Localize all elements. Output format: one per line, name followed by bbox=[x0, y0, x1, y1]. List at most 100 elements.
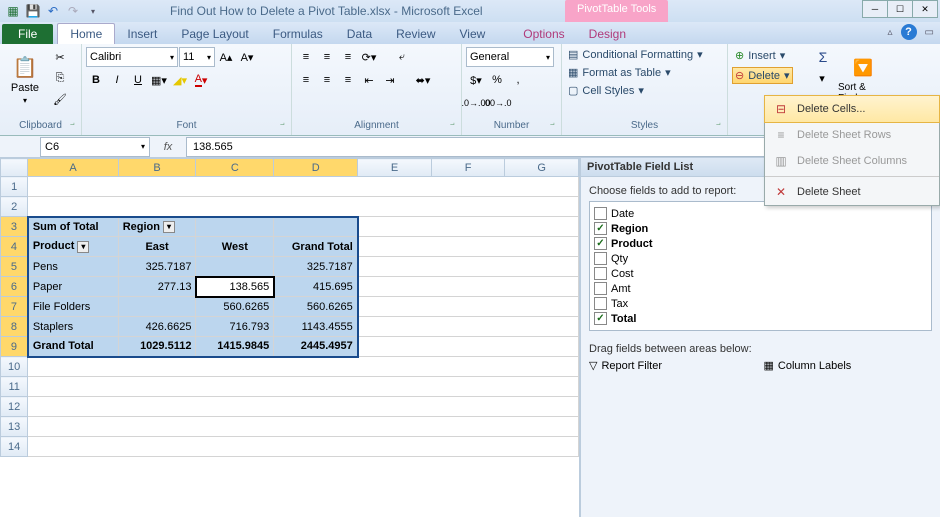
conditional-formatting-button[interactable]: ▤Conditional Formatting ▾ bbox=[566, 47, 705, 62]
select-all-corner[interactable] bbox=[1, 159, 28, 177]
row-header[interactable]: 2 bbox=[1, 197, 28, 217]
checkbox-icon[interactable] bbox=[594, 207, 607, 220]
italic-button[interactable]: I bbox=[107, 70, 127, 90]
save-icon[interactable]: 💾 bbox=[24, 2, 42, 20]
decrease-indent-icon[interactable]: ⇤ bbox=[359, 70, 379, 90]
field-tax[interactable]: Tax bbox=[594, 296, 927, 311]
name-box[interactable]: C6▾ bbox=[40, 137, 150, 157]
row-header[interactable]: 6 bbox=[1, 277, 28, 297]
align-bottom-icon[interactable]: ≡ bbox=[338, 47, 358, 67]
col-header-e[interactable]: E bbox=[358, 159, 432, 177]
copy-icon[interactable]: ⎘ bbox=[50, 68, 70, 88]
row-header[interactable]: 7 bbox=[1, 297, 28, 317]
field-region[interactable]: ✓Region bbox=[594, 221, 927, 236]
format-painter-icon[interactable]: 🖌 bbox=[50, 89, 70, 109]
maximize-button[interactable]: ☐ bbox=[887, 0, 913, 18]
pivot-cell[interactable]: Paper bbox=[28, 277, 118, 297]
align-center-icon[interactable]: ≡ bbox=[317, 70, 337, 90]
pivot-cell[interactable]: 560.6265 bbox=[274, 297, 358, 317]
pivot-cell[interactable]: 1415.9845 bbox=[196, 337, 274, 357]
row-header[interactable]: 12 bbox=[1, 397, 28, 417]
font-name-combo[interactable]: Calibri▾ bbox=[86, 47, 178, 67]
pivot-cell[interactable]: East bbox=[118, 237, 196, 257]
checkbox-icon[interactable] bbox=[594, 297, 607, 310]
decrease-font-icon[interactable]: A▾ bbox=[237, 47, 257, 67]
number-format-combo[interactable]: General▾ bbox=[466, 47, 554, 67]
product-filter-icon[interactable]: ▾ bbox=[77, 241, 89, 253]
help-icon[interactable]: ? bbox=[901, 24, 917, 40]
align-left-icon[interactable]: ≡ bbox=[296, 70, 316, 90]
minimize-ribbon-icon[interactable]: ▵ bbox=[888, 27, 893, 38]
row-header[interactable]: 9 bbox=[1, 337, 28, 357]
tab-review[interactable]: Review bbox=[384, 24, 447, 44]
pivot-cell[interactable]: 1143.4555 bbox=[274, 317, 358, 337]
accounting-format-icon[interactable]: $▾ bbox=[466, 70, 486, 90]
close-button[interactable]: ✕ bbox=[912, 0, 938, 18]
pivot-cell[interactable]: 325.7187 bbox=[118, 257, 196, 277]
region-filter-icon[interactable]: ▾ bbox=[163, 221, 175, 233]
worksheet-grid[interactable]: A B C D E F G 1 2 3 Sum of Total Region▾… bbox=[0, 158, 580, 517]
pivot-cell[interactable]: 560.6265 bbox=[196, 297, 274, 317]
pivot-cell[interactable]: 415.695 bbox=[274, 277, 358, 297]
checkbox-icon[interactable] bbox=[594, 282, 607, 295]
row-header[interactable]: 14 bbox=[1, 437, 28, 457]
col-header-d[interactable]: D bbox=[274, 159, 358, 177]
border-button[interactable]: ▦▾ bbox=[149, 70, 169, 90]
pivot-cell[interactable]: Staplers bbox=[28, 317, 118, 337]
pivot-cell[interactable]: Pens bbox=[28, 257, 118, 277]
column-labels-area[interactable]: ▦Column Labels bbox=[764, 357, 933, 374]
field-total[interactable]: ✓Total bbox=[594, 311, 927, 326]
pivot-cell[interactable]: Grand Total bbox=[274, 237, 358, 257]
paste-button[interactable]: 📋 Paste ▾ bbox=[4, 47, 46, 113]
fill-color-button[interactable]: ◢▾ bbox=[170, 70, 190, 90]
field-list-box[interactable]: Date ✓Region ✓Product Qty Cost Amt Tax ✓… bbox=[589, 201, 932, 331]
row-header[interactable]: 8 bbox=[1, 317, 28, 337]
tab-file[interactable]: File bbox=[2, 24, 53, 44]
wrap-text-button[interactable]: ⤶ bbox=[380, 47, 424, 67]
pivot-cell[interactable]: 1029.5112 bbox=[118, 337, 196, 357]
field-qty[interactable]: Qty bbox=[594, 251, 927, 266]
active-cell[interactable]: 138.565 bbox=[196, 277, 274, 297]
excel-icon[interactable]: ▦ bbox=[4, 2, 22, 20]
merge-center-button[interactable]: ⬌▾ bbox=[401, 70, 445, 90]
col-header-g[interactable]: G bbox=[505, 159, 579, 177]
tab-home[interactable]: Home bbox=[57, 23, 115, 44]
checkbox-icon[interactable]: ✓ bbox=[594, 237, 607, 250]
delete-cells-button[interactable]: ⊖Delete ▾ bbox=[732, 67, 793, 84]
field-date[interactable]: Date bbox=[594, 206, 927, 221]
pivot-cell[interactable] bbox=[196, 257, 274, 277]
undo-icon[interactable]: ↶ bbox=[44, 2, 62, 20]
row-header[interactable]: 1 bbox=[1, 177, 28, 197]
delete-sheet-item[interactable]: ✕ Delete Sheet bbox=[765, 179, 939, 205]
tab-formulas[interactable]: Formulas bbox=[261, 24, 335, 44]
checkbox-icon[interactable]: ✓ bbox=[594, 222, 607, 235]
cut-icon[interactable]: ✂ bbox=[50, 47, 70, 67]
checkbox-icon[interactable]: ✓ bbox=[594, 312, 607, 325]
pivot-cell[interactable] bbox=[196, 217, 274, 237]
decrease-decimal-icon[interactable]: .00→.0 bbox=[487, 93, 507, 113]
underline-button[interactable]: U bbox=[128, 70, 148, 90]
delete-cells-item[interactable]: ⊟ Delete Cells... bbox=[764, 95, 940, 123]
pivot-cell[interactable]: West bbox=[196, 237, 274, 257]
increase-font-icon[interactable]: A▴ bbox=[216, 47, 236, 67]
pivot-cell[interactable]: 716.793 bbox=[196, 317, 274, 337]
pivot-cell[interactable]: Sum of Total bbox=[28, 217, 118, 237]
font-color-button[interactable]: A▾ bbox=[191, 70, 211, 90]
tab-data[interactable]: Data bbox=[335, 24, 384, 44]
align-right-icon[interactable]: ≡ bbox=[338, 70, 358, 90]
window-inner-controls-icon[interactable]: ▭ bbox=[925, 27, 934, 38]
field-amt[interactable]: Amt bbox=[594, 281, 927, 296]
col-header-f[interactable]: F bbox=[431, 159, 505, 177]
pivot-cell[interactable]: 426.6625 bbox=[118, 317, 196, 337]
tab-options[interactable]: Options bbox=[511, 24, 576, 44]
pivot-cell[interactable]: Region▾ bbox=[118, 217, 196, 237]
redo-icon[interactable]: ↷ bbox=[64, 2, 82, 20]
cell-styles-button[interactable]: ▢Cell Styles ▾ bbox=[566, 83, 646, 98]
orientation-icon[interactable]: ⟳▾ bbox=[359, 47, 379, 67]
format-as-table-button[interactable]: ▦Format as Table ▾ bbox=[566, 65, 673, 80]
autosum-icon[interactable]: Σ bbox=[812, 47, 834, 67]
col-header-c[interactable]: C bbox=[196, 159, 274, 177]
row-header[interactable]: 10 bbox=[1, 357, 28, 377]
col-header-a[interactable]: A bbox=[28, 159, 118, 177]
align-top-icon[interactable]: ≡ bbox=[296, 47, 316, 67]
